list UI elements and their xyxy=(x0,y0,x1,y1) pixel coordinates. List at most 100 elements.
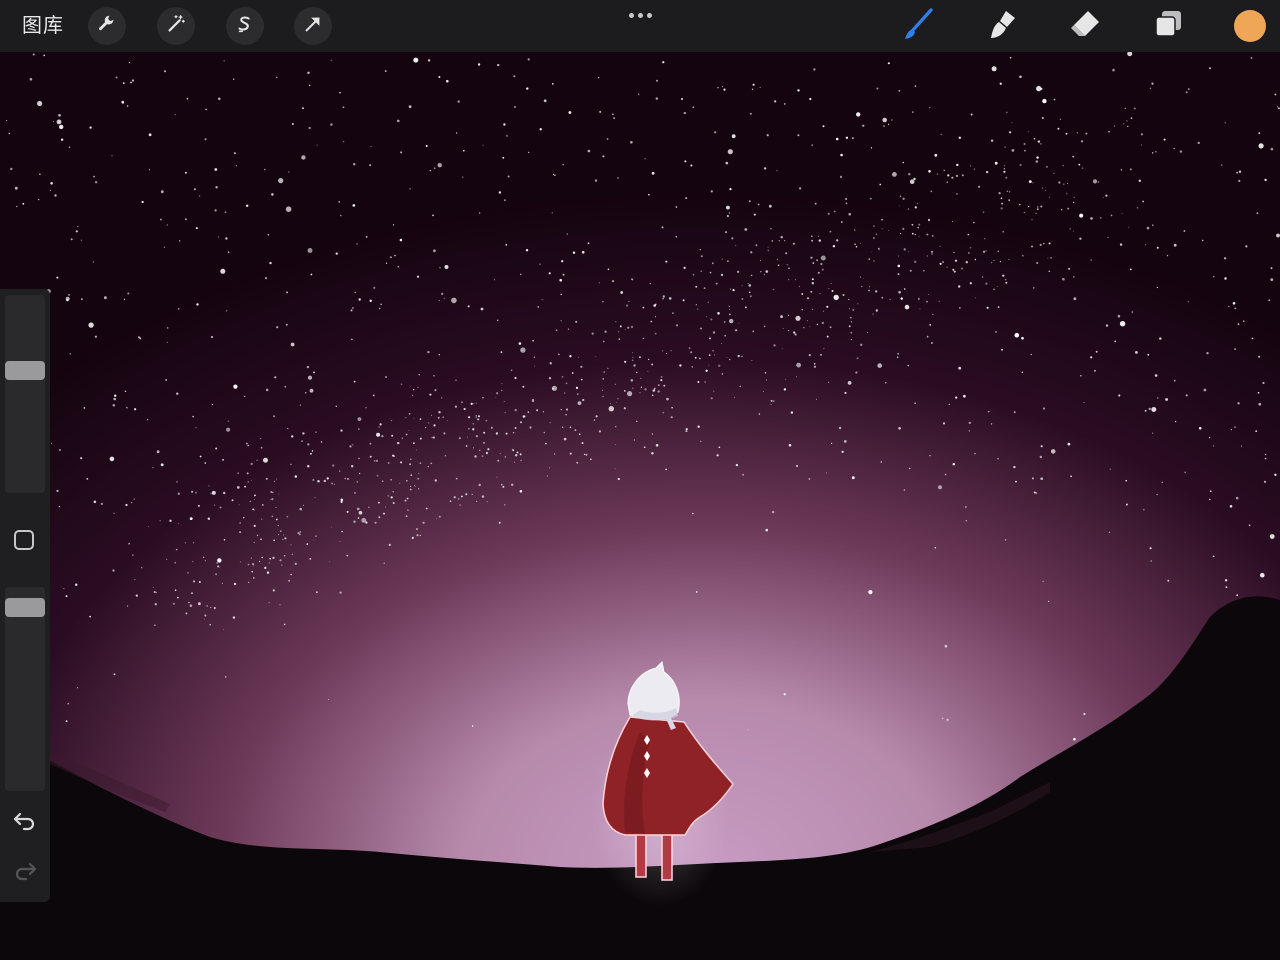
star xyxy=(409,188,411,190)
star xyxy=(549,467,551,469)
star xyxy=(626,304,629,307)
star xyxy=(290,463,292,465)
star xyxy=(716,454,719,457)
undo-button[interactable] xyxy=(10,809,40,835)
star xyxy=(115,76,118,79)
star xyxy=(1048,242,1051,245)
star xyxy=(700,327,702,330)
star xyxy=(369,455,372,458)
star xyxy=(204,614,207,617)
star xyxy=(889,298,891,300)
star xyxy=(383,512,385,515)
star xyxy=(260,538,262,540)
star xyxy=(433,375,435,377)
star xyxy=(1005,281,1008,284)
star xyxy=(425,507,428,510)
star xyxy=(709,337,711,340)
smudge-tool-button[interactable] xyxy=(983,7,1021,45)
star xyxy=(1040,205,1043,208)
star xyxy=(379,423,382,426)
drawing-canvas[interactable] xyxy=(0,52,1280,960)
star xyxy=(688,347,691,350)
star xyxy=(787,314,790,317)
adjustments-button[interactable] xyxy=(157,7,195,45)
star xyxy=(683,111,686,115)
star xyxy=(475,415,478,417)
star xyxy=(700,255,703,258)
star xyxy=(501,389,503,392)
star xyxy=(199,455,202,458)
star xyxy=(53,121,54,123)
star xyxy=(1165,398,1168,401)
star xyxy=(914,206,917,209)
star xyxy=(1221,164,1223,166)
star xyxy=(176,392,179,395)
star xyxy=(307,248,313,253)
eraser-tool-button[interactable] xyxy=(1066,7,1104,45)
modify-button[interactable] xyxy=(14,530,34,550)
actions-button[interactable] xyxy=(88,7,126,45)
star xyxy=(177,596,179,599)
star xyxy=(247,563,250,566)
star xyxy=(358,472,361,475)
star xyxy=(223,539,226,541)
star xyxy=(315,431,317,433)
star xyxy=(545,442,547,445)
layers-button[interactable] xyxy=(1149,7,1187,45)
star xyxy=(419,437,422,440)
brush-size-slider-thumb[interactable] xyxy=(5,361,45,380)
star xyxy=(291,435,294,438)
star xyxy=(657,384,660,386)
star xyxy=(235,165,237,167)
star xyxy=(1224,579,1228,582)
opacity-slider[interactable] xyxy=(5,587,45,791)
star xyxy=(955,192,958,195)
star xyxy=(852,137,854,139)
color-picker-button[interactable] xyxy=(1234,10,1266,42)
star xyxy=(1212,555,1215,558)
star xyxy=(813,363,816,365)
brush-tool-button[interactable] xyxy=(900,7,938,45)
star xyxy=(613,117,616,120)
star xyxy=(1149,87,1152,89)
star xyxy=(946,718,949,721)
star xyxy=(307,71,310,74)
star xyxy=(282,538,284,541)
star xyxy=(477,418,480,421)
star xyxy=(148,169,150,171)
star xyxy=(675,206,678,208)
star xyxy=(89,126,92,129)
star xyxy=(692,273,695,276)
star xyxy=(830,283,832,285)
star xyxy=(238,504,240,506)
star xyxy=(1067,207,1070,210)
star xyxy=(880,461,882,463)
star xyxy=(1258,132,1261,134)
star xyxy=(1119,243,1123,246)
star xyxy=(1081,167,1084,169)
redo-button[interactable] xyxy=(10,859,40,885)
transform-button[interactable] xyxy=(294,7,332,45)
star xyxy=(560,293,562,296)
star xyxy=(539,128,542,131)
opacity-slider-thumb[interactable] xyxy=(5,598,45,617)
more-options-button[interactable] xyxy=(626,8,654,22)
star xyxy=(309,558,312,560)
selection-button[interactable] xyxy=(226,7,264,45)
star xyxy=(850,339,852,340)
brush-size-slider[interactable] xyxy=(5,295,45,493)
star xyxy=(747,283,749,284)
star xyxy=(826,305,829,308)
star xyxy=(685,428,688,431)
star xyxy=(585,453,588,456)
star xyxy=(812,308,814,310)
star xyxy=(931,342,933,344)
star xyxy=(934,153,938,157)
star xyxy=(868,590,873,595)
star xyxy=(311,450,314,452)
star xyxy=(606,138,609,140)
gallery-button[interactable]: 图库 xyxy=(22,13,64,39)
star xyxy=(1047,257,1049,259)
star xyxy=(598,77,600,79)
star xyxy=(1000,197,1003,200)
